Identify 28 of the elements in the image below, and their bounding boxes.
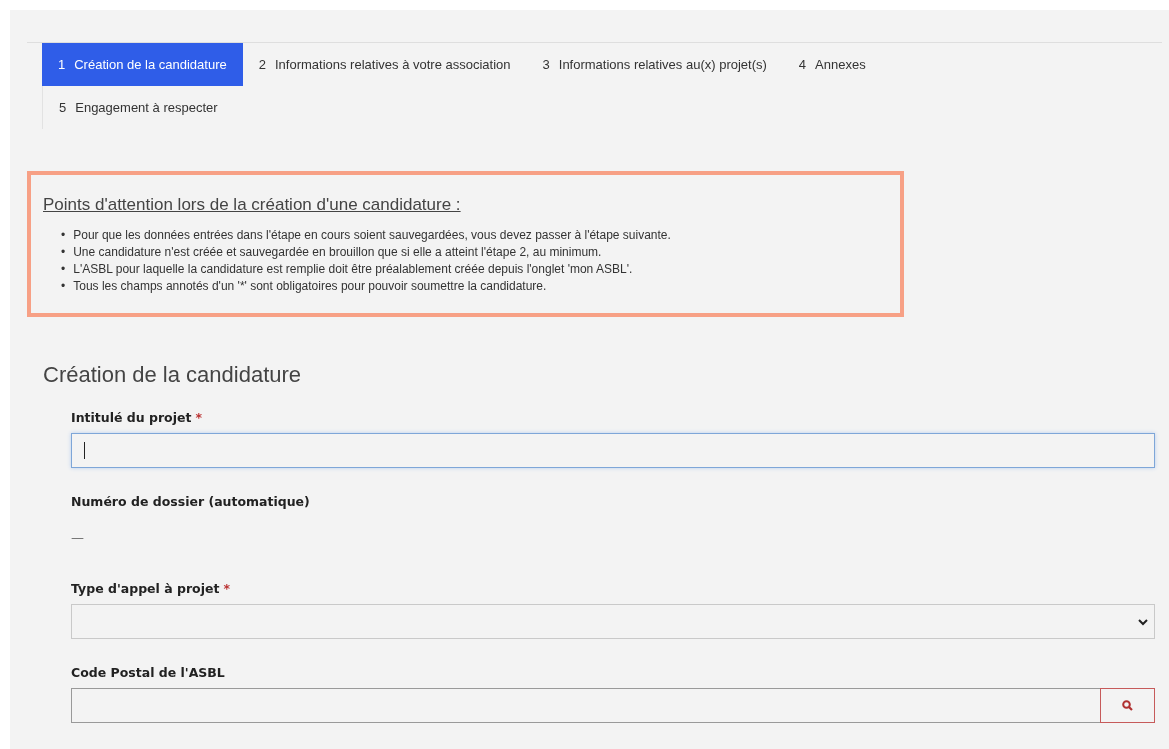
notice-item: L'ASBL pour laquelle la candidature est remplie doit être préalablement créée depuis l'onglet 'mon ASBL'. (73, 261, 633, 278)
bullet-mark: • (61, 244, 66, 261)
step-tab[interactable]: 3 Informations relatives au(x) projet(s) (526, 43, 783, 86)
notice-item: Tous les champs annotés d'un '*' sont obligatoires pour pouvoir soumettre la candidature. (73, 278, 547, 295)
field-label: Intitulé du projet * (71, 410, 203, 425)
notice-title: Points d'attention lors de la création d'une candidature : (43, 195, 462, 215)
field-label: Code Postal de l'ASBL (71, 665, 226, 680)
required-mark: * (195, 410, 202, 425)
chevron-icon (1138, 617, 1148, 626)
step-tab[interactable]: 1 Création de la candidature (42, 43, 243, 86)
bullet-mark: • (61, 278, 66, 295)
select-field[interactable] (71, 604, 1155, 639)
search-button[interactable] (1100, 688, 1155, 723)
notice-item: Pour que les données entrées dans l'étape en cours soient sauvegardées, vous devez passer à l'étape suivante. (73, 227, 671, 244)
required-mark: * (223, 581, 230, 596)
notice-item: Une candidature n'est créée et sauvegardée en brouillon que si elle a atteint l'étape 2, au minimum. (73, 244, 602, 261)
input-field[interactable] (71, 433, 1155, 468)
bullet-mark: • (61, 261, 66, 278)
bullet-mark: • (61, 227, 66, 244)
input-field[interactable] (71, 688, 1100, 723)
field-label: Numéro de dossier (automatique) (71, 494, 311, 509)
field-value: — (71, 528, 85, 547)
field-label: Type d'appel à projet * (71, 581, 231, 596)
step-tab[interactable]: 5 Engagement à respecter (42, 86, 234, 129)
section-title: Création de la candidature (43, 362, 303, 388)
step-tab[interactable]: 2 Informations relatives à votre association (242, 43, 527, 86)
search-icon (1122, 700, 1133, 711)
step-tab[interactable]: 4 Annexes (782, 43, 882, 86)
